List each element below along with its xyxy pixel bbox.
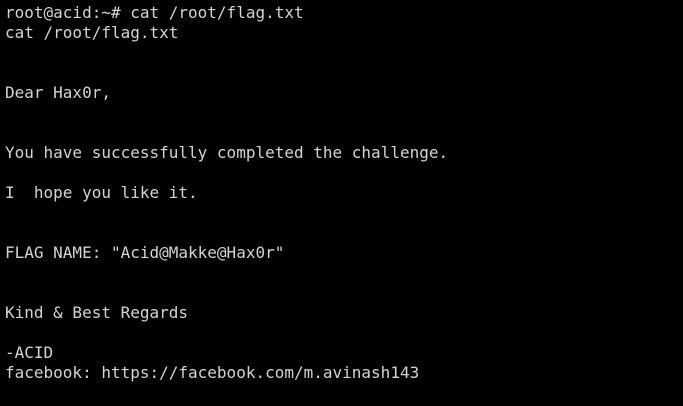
contact-line: facebook: https://facebook.com/m.avinash… [5, 363, 420, 382]
command-echo-line: cat /root/flag.txt [5, 23, 179, 42]
command-prompt-line: root@acid:~# cat /root/flag.txt [5, 3, 304, 22]
greeting-line: Dear Hax0r, [5, 83, 111, 102]
closing-line: Kind & Best Regards [5, 303, 189, 322]
message-line: I hope you like it. [5, 183, 198, 202]
message-line: You have successfully completed the chal… [5, 143, 449, 162]
signature-line: -ACID [5, 343, 54, 362]
flag-line: FLAG NAME: "Acid@Makke@Hax0r" [5, 243, 285, 262]
terminal-window[interactable]: root@acid:~# cat /root/flag.txt cat /roo… [0, 0, 683, 406]
